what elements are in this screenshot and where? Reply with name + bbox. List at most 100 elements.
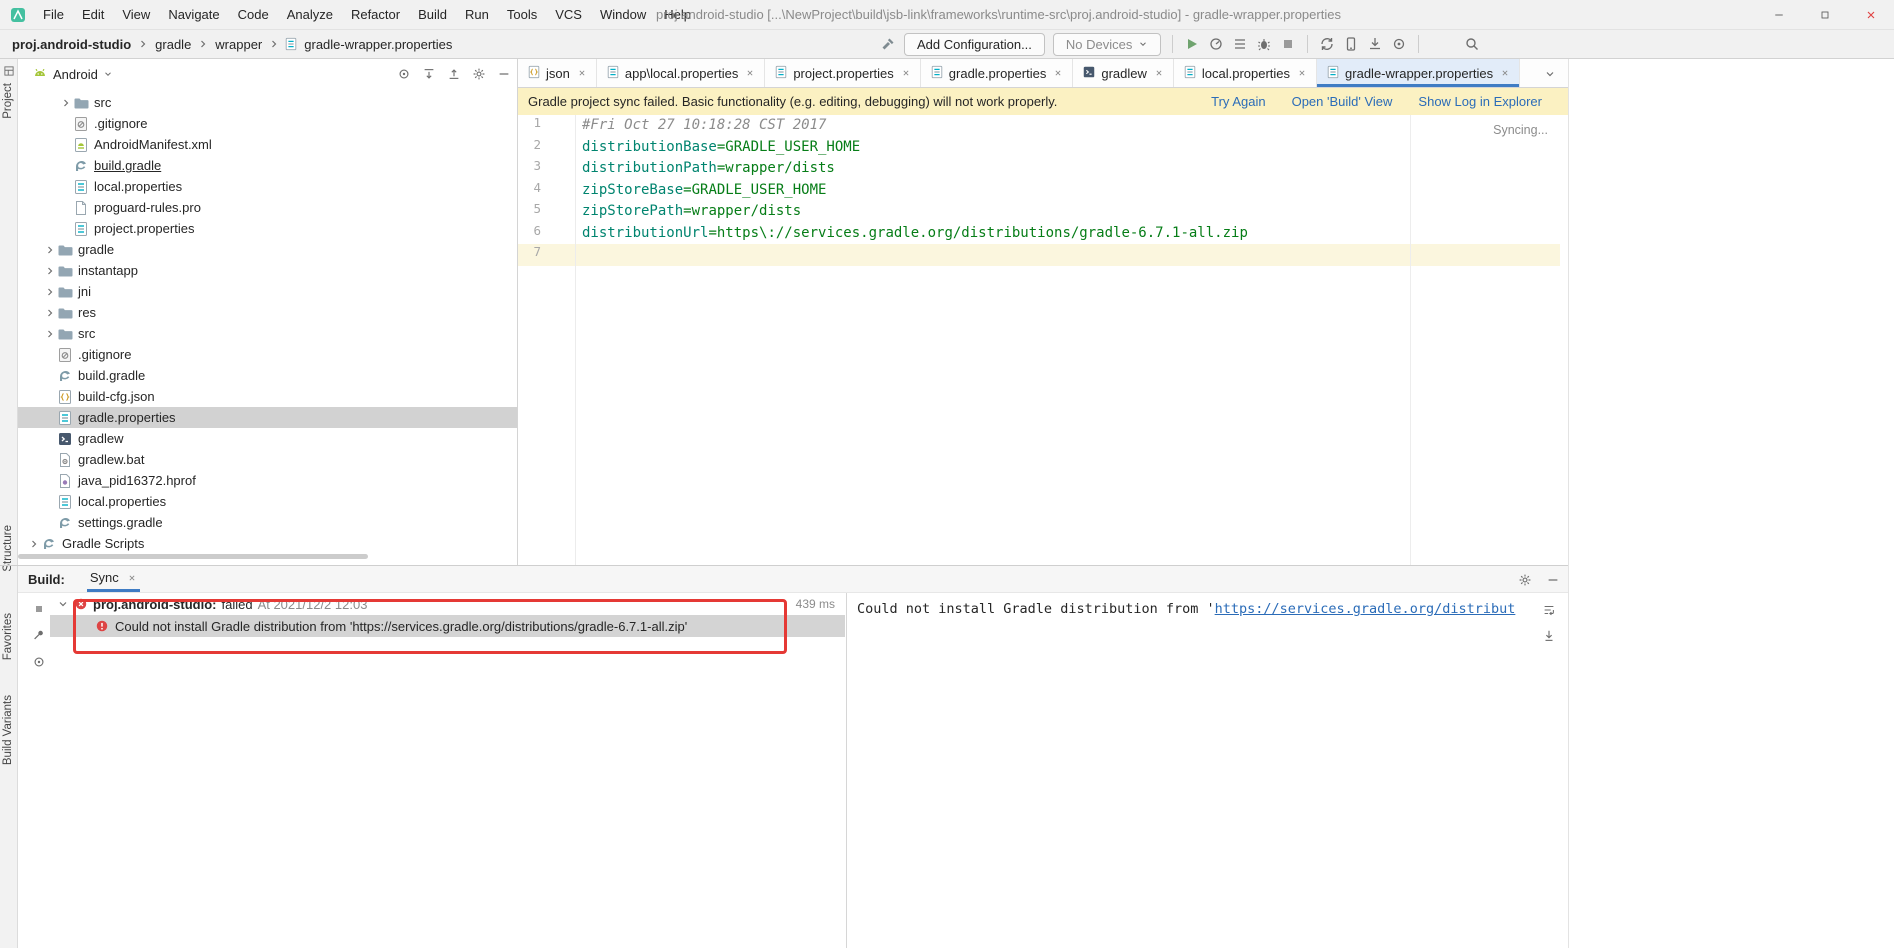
menu-run[interactable]: Run <box>456 0 498 30</box>
chevron-down-icon[interactable] <box>57 598 69 610</box>
tree-item[interactable]: AndroidManifest.xml <box>18 134 517 155</box>
profiler-icon[interactable] <box>1208 36 1224 52</box>
tree-item[interactable]: settings.gradle <box>18 512 517 533</box>
gear-icon[interactable] <box>472 67 486 81</box>
pin-icon[interactable] <box>32 628 46 642</box>
tree-item[interactable]: jni <box>18 281 517 302</box>
tree-item[interactable]: java_pid16372.hprof <box>18 470 517 491</box>
tab-close-icon[interactable] <box>1053 68 1063 78</box>
hide-panel-icon[interactable] <box>497 67 511 81</box>
hidden-tabs-icon[interactable] <box>1544 67 1556 85</box>
tab-close-icon[interactable] <box>577 68 587 78</box>
collapse-all-icon[interactable] <box>447 67 461 81</box>
tab-json[interactable]: json <box>518 59 597 87</box>
tree-item[interactable]: gradle <box>18 239 517 260</box>
sync-gradle-icon[interactable] <box>1319 36 1335 52</box>
menu-vcs[interactable]: VCS <box>546 0 591 30</box>
menu-analyze[interactable]: Analyze <box>278 0 342 30</box>
tree-item[interactable]: project.properties <box>18 218 517 239</box>
tree-item[interactable]: build.gradle <box>18 155 517 176</box>
chevron-right-icon[interactable] <box>44 244 57 256</box>
expand-all-icon[interactable] <box>422 67 436 81</box>
locate-file-icon[interactable] <box>397 67 411 81</box>
chevron-right-icon[interactable] <box>44 265 57 277</box>
tree-item[interactable]: src <box>18 92 517 113</box>
tree-item[interactable]: instantapp <box>18 260 517 281</box>
menu-tools[interactable]: Tools <box>498 0 546 30</box>
tree-item[interactable]: build.gradle <box>18 365 517 386</box>
tab-gradlew[interactable]: gradlew <box>1073 59 1174 87</box>
menu-code[interactable]: Code <box>229 0 278 30</box>
tree-item[interactable]: src <box>18 323 517 344</box>
chevron-right-icon[interactable] <box>28 538 41 550</box>
chevron-right-icon[interactable] <box>44 328 57 340</box>
run-configurations-list-icon[interactable] <box>1232 36 1248 52</box>
tab-close-icon[interactable] <box>1297 68 1307 78</box>
chevron-right-icon[interactable] <box>44 307 57 319</box>
tab-close-icon[interactable] <box>127 573 137 583</box>
tab-close-icon[interactable] <box>1154 68 1164 78</box>
scroll-to-end-icon[interactable] <box>1542 629 1556 643</box>
build-hammer-icon[interactable] <box>880 36 896 52</box>
stripe-project[interactable]: Project <box>2 83 14 119</box>
project-tool-window-icon[interactable] <box>3 64 15 82</box>
add-configuration-button[interactable]: Add Configuration... <box>904 32 1045 56</box>
chevron-right-icon[interactable] <box>44 286 57 298</box>
tab-close-icon[interactable] <box>745 68 755 78</box>
tree-item[interactable]: gradlew <box>18 428 517 449</box>
run-icon[interactable] <box>1184 36 1200 52</box>
try-again-link[interactable]: Try Again <box>1211 94 1265 109</box>
build-error-row[interactable]: Could not install Gradle distribution fr… <box>50 615 845 637</box>
tree-item[interactable]: proguard-rules.pro <box>18 197 517 218</box>
tab-close-icon[interactable] <box>1500 68 1510 78</box>
soft-wrap-icon[interactable] <box>1542 603 1556 617</box>
tree-item-gradle-properties[interactable]: gradle.properties <box>18 407 517 428</box>
stripe-favorites[interactable]: Favorites <box>2 613 14 660</box>
device-selector[interactable]: No Devices <box>1052 32 1162 56</box>
show-log-link[interactable]: Show Log in Explorer <box>1418 94 1542 109</box>
sdk-manager-icon[interactable] <box>1367 36 1383 52</box>
tab-app-local-properties[interactable]: app\local.properties <box>597 59 766 87</box>
stop-icon[interactable] <box>33 603 45 615</box>
code-editor[interactable]: #Fri Oct 27 10:18:28 CST 2017 distributi… <box>576 115 1568 565</box>
stop-icon[interactable] <box>1280 36 1296 52</box>
tree-item-gradle-scripts[interactable]: Gradle Scripts <box>18 533 517 554</box>
breadcrumb-file[interactable]: gradle-wrapper.properties <box>302 37 454 52</box>
show-selected-icon[interactable] <box>32 655 46 669</box>
chevron-down-icon[interactable] <box>103 69 113 79</box>
tree-item[interactable]: .gitignore <box>18 344 517 365</box>
tab-close-icon[interactable] <box>901 68 911 78</box>
device-manager-icon[interactable] <box>1343 36 1359 52</box>
tab-local-properties[interactable]: local.properties <box>1174 59 1318 87</box>
menu-file[interactable]: File <box>34 0 73 30</box>
tree-item[interactable]: res <box>18 302 517 323</box>
tab-gradle-properties[interactable]: gradle.properties <box>921 59 1074 87</box>
breadcrumb-project[interactable]: proj.android-studio <box>10 37 133 52</box>
build-root-row[interactable]: proj.android-studio: failed At 2021/12/2… <box>50 593 845 615</box>
search-everywhere-icon[interactable] <box>1464 36 1480 52</box>
debug-bug-icon[interactable] <box>1256 36 1272 52</box>
menu-view[interactable]: View <box>113 0 159 30</box>
tab-gradle-wrapper-properties[interactable]: gradle-wrapper.properties <box>1317 59 1521 87</box>
tree-item[interactable]: gradlew.bat <box>18 449 517 470</box>
stripe-build-variants[interactable]: Build Variants <box>2 695 14 765</box>
menu-refactor[interactable]: Refactor <box>342 0 409 30</box>
chevron-right-icon[interactable] <box>60 97 73 109</box>
menu-navigate[interactable]: Navigate <box>159 0 228 30</box>
tab-project-properties[interactable]: project.properties <box>765 59 921 87</box>
menu-edit[interactable]: Edit <box>73 0 113 30</box>
gear-icon[interactable] <box>1518 573 1532 587</box>
tree-item[interactable]: local.properties <box>18 491 517 512</box>
menu-build[interactable]: Build <box>409 0 456 30</box>
hide-panel-icon[interactable] <box>1546 573 1560 587</box>
tree-item[interactable]: .gitignore <box>18 113 517 134</box>
horizontal-scrollbar[interactable] <box>18 554 368 559</box>
avd-manager-icon[interactable] <box>1391 36 1407 52</box>
breadcrumb-wrapper[interactable]: wrapper <box>213 37 264 52</box>
tree-item[interactable]: local.properties <box>18 176 517 197</box>
console-link[interactable]: https://services.gradle.org/distribut <box>1215 601 1516 617</box>
breadcrumb-gradle[interactable]: gradle <box>153 37 193 52</box>
menu-window[interactable]: Window <box>591 0 655 30</box>
tree-item[interactable]: build-cfg.json <box>18 386 517 407</box>
tab-sync[interactable]: Sync <box>86 566 140 592</box>
